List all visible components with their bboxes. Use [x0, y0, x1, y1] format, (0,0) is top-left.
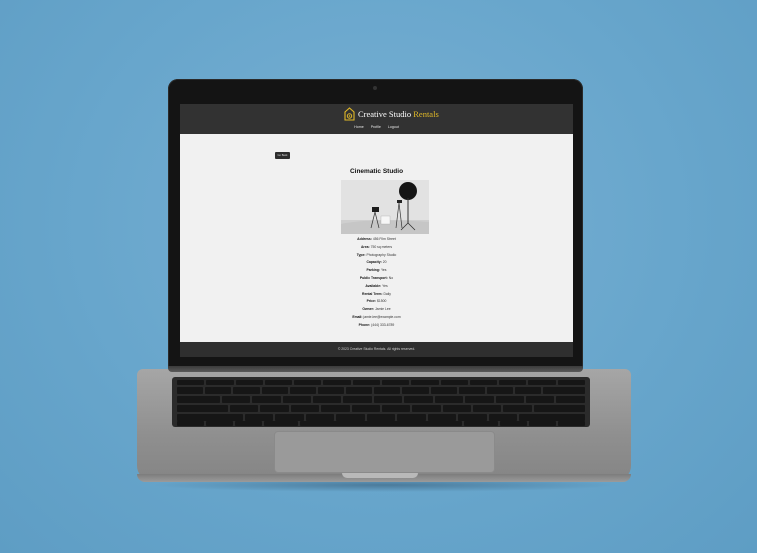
keyboard-number-row [177, 387, 586, 394]
detail-capacity: Capacity: 20 [366, 260, 387, 265]
trackpad[interactable] [274, 431, 495, 473]
detail-type: Type: Photography Studio [356, 252, 397, 257]
page-title: Cinematic Studio [349, 168, 404, 175]
keyboard-qwerty-row [177, 396, 585, 403]
site-header: Creative Studio Rentals Home Profile Log… [180, 104, 573, 134]
laptop-hinge [168, 366, 583, 372]
brand-text: Creative Studio [358, 109, 412, 119]
detail-address: Address: 456 Film Street [357, 237, 396, 241]
detail-owner: Owner: Jamie Lee [362, 307, 391, 312]
detail-available: Available: Yes [365, 283, 388, 288]
studio-photo [341, 180, 429, 234]
keyboard-function-row [177, 380, 585, 385]
brand-name[interactable]: Creative Studio Rentals [358, 109, 439, 119]
detail-parking: Parking: Yes [366, 268, 387, 273]
detail-rental-term: Rental Term: Daily [362, 291, 391, 296]
nav-home[interactable]: Home [354, 125, 364, 129]
brand-accent-text: Rentals [413, 109, 439, 119]
detail-public-transport: Public Transport: No [359, 275, 394, 280]
back-button[interactable]: Go Back [275, 152, 290, 159]
keyboard [172, 377, 590, 427]
keyboard-shift-row [177, 414, 586, 421]
detail-phone: Phone: (444) 333-6789 [358, 322, 395, 327]
site-footer: © 2023 Creative Studio Rentals. All righ… [180, 342, 573, 357]
footer-copyright: © 2023 Creative Studio Rentals. All righ… [337, 347, 416, 351]
webcam [373, 86, 377, 90]
nav-profile[interactable]: Profile [371, 125, 381, 129]
detail-email: Email: jamie.lee@example.com [352, 314, 401, 319]
keyboard-space-row [177, 421, 585, 426]
studio-details: Address: 456 Film Street Area: 750 sq me… [180, 237, 573, 331]
lid-notch [342, 473, 418, 478]
nav-logout[interactable]: Logout [388, 125, 399, 129]
detail-price: Price: $1500 [366, 299, 387, 304]
camera-logo-icon [344, 107, 355, 121]
detail-area: Area: 750 sq meters [360, 244, 393, 249]
main-nav: Home Profile Logout [180, 125, 573, 129]
laptop-screen: Creative Studio Rentals Home Profile Log… [180, 104, 573, 357]
keyboard-home-row [177, 405, 585, 412]
